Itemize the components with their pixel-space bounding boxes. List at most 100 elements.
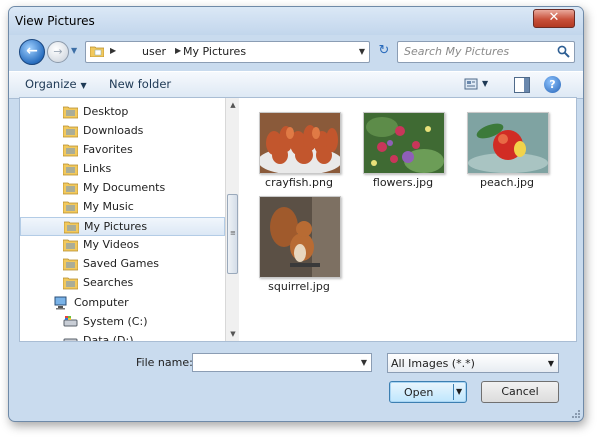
file-name-label: squirrel.jpg [268, 280, 330, 293]
sidebar-item-system-c[interactable]: System (C:) [20, 313, 225, 332]
forward-button[interactable]: → [47, 41, 69, 63]
sidebar-item-label: System (C:) [83, 315, 148, 328]
search-placeholder: Search My Pictures [404, 45, 510, 58]
close-button[interactable]: ✕ [533, 9, 575, 28]
file-name-label: File name: [136, 356, 193, 369]
scroll-down-icon[interactable]: ▼ [226, 327, 239, 341]
favorites-folder-icon [62, 143, 79, 157]
data-drive-icon [63, 334, 78, 341]
peach-thumbnail [467, 112, 549, 174]
navigation-bar: ← → ▼ ▶ user ▶ My Pictures ▼ ↻ Search My… [9, 35, 583, 71]
change-view-button[interactable]: ▼ [464, 77, 492, 93]
file-name-label: crayfish.png [265, 176, 333, 189]
file-item-squirrel[interactable]: squirrel.jpg [249, 192, 349, 293]
scroll-up-icon[interactable]: ▲ [226, 98, 239, 112]
sidebar-item-my-videos[interactable]: My Videos [20, 236, 225, 255]
desktop-folder-icon [62, 105, 79, 119]
sidebar-item-label: Saved Games [83, 257, 159, 270]
breadcrumb-separator-icon[interactable]: ▶ [110, 46, 116, 55]
dialog-footer: File name: ▼ All Images (*.*) ▼ Open ▼ C… [9, 343, 583, 421]
address-dropdown-icon[interactable]: ▼ [359, 47, 365, 56]
title-bar[interactable]: View Pictures ✕ [9, 7, 583, 35]
videos-folder-icon [62, 238, 79, 252]
sidebar-item-searches[interactable]: Searches [20, 274, 225, 293]
flowers-thumbnail [363, 112, 445, 174]
breadcrumb-user[interactable]: user [142, 45, 166, 58]
history-dropdown-icon[interactable]: ▼ [71, 46, 77, 55]
views-icon [464, 78, 478, 90]
open-button[interactable]: Open ▼ [389, 381, 467, 403]
file-name-label: flowers.jpg [372, 176, 434, 189]
navigation-pane: Desktop Downloads Favorites Links My Documen… [20, 98, 239, 341]
help-icon: ? [549, 78, 556, 91]
sidebar-item-label: My Music [83, 200, 134, 213]
sidebar-item-label: Downloads [83, 124, 144, 137]
address-bar[interactable]: ▶ user ▶ My Pictures ▼ [85, 41, 370, 63]
computer-icon [54, 296, 69, 310]
file-type-select[interactable]: All Images (*.*) ▼ [387, 353, 559, 373]
pictures-folder-icon [63, 220, 80, 234]
preview-pane-button[interactable] [514, 77, 530, 93]
downloads-folder-icon [62, 124, 79, 138]
breadcrumb-my-pictures[interactable]: My Pictures [183, 45, 246, 58]
file-type-value: All Images (*.*) [391, 357, 475, 370]
sidebar-item-label: Links [83, 162, 112, 175]
documents-folder-icon [62, 181, 79, 195]
file-item-crayfish[interactable]: crayfish.png [249, 106, 349, 206]
crayfish-thumbnail [259, 112, 341, 174]
forward-arrow-icon: → [53, 45, 63, 58]
sidebar-item-label: Data (D:) [83, 334, 134, 341]
refresh-icon: ↻ [378, 43, 390, 58]
sidebar-item-links[interactable]: Links [20, 160, 225, 179]
sidebar-item-label: Favorites [83, 143, 133, 156]
file-item-flowers[interactable]: flowers.jpg [353, 106, 453, 206]
refresh-button[interactable]: ↻ [374, 41, 394, 61]
sidebar-item-desktop[interactable]: Desktop [20, 103, 225, 122]
new-folder-button[interactable]: New folder [109, 77, 171, 91]
sidebar-item-saved-games[interactable]: Saved Games [20, 255, 225, 274]
breadcrumb-separator-icon[interactable]: ▶ [175, 46, 181, 55]
scrollbar-thumb[interactable]: ≡ [227, 194, 238, 274]
sidebar-item-my-pictures[interactable]: My Pictures [20, 217, 225, 236]
squirrel-thumbnail [259, 196, 341, 278]
open-options-dropdown-icon[interactable]: ▼ [456, 387, 462, 396]
organize-button[interactable]: Organize ▼ [25, 77, 87, 91]
search-box[interactable]: Search My Pictures [397, 41, 575, 63]
sidebar-item-my-music[interactable]: My Music [20, 198, 225, 217]
window-title: View Pictures [15, 14, 95, 28]
sidebar-item-computer[interactable]: Computer [20, 294, 225, 313]
file-name-input[interactable]: ▼ [192, 353, 372, 372]
music-folder-icon [62, 200, 79, 214]
sidebar-item-label: My Videos [83, 238, 140, 251]
sidebar-item-label: Desktop [83, 105, 129, 118]
sidebar-item-label: My Pictures [84, 220, 148, 233]
cancel-button[interactable]: Cancel [481, 381, 559, 403]
sidebar-item-label: Computer [74, 296, 129, 309]
help-button[interactable]: ? [544, 76, 561, 93]
command-toolbar: Organize ▼ New folder ▼ ? [9, 71, 583, 99]
resize-grip-icon[interactable] [571, 409, 581, 419]
content-area: Desktop Downloads Favorites Links My Documen… [19, 97, 577, 342]
sidebar-item-favorites[interactable]: Favorites [20, 141, 225, 160]
chevron-down-icon: ▼ [482, 79, 489, 88]
split-divider [453, 384, 454, 400]
navigation-scrollbar[interactable]: ▲ ≡ ▼ [225, 98, 239, 341]
sidebar-item-data-d[interactable]: Data (D:) [20, 332, 225, 341]
folder-icon [90, 46, 104, 57]
sidebar-item-downloads[interactable]: Downloads [20, 122, 225, 141]
file-list-pane: crayfish.png flowers.jpg peach.jpg squir… [241, 98, 576, 341]
file-name-label: peach.jpg [479, 176, 535, 189]
chevron-down-icon[interactable]: ▼ [361, 358, 367, 367]
view-pictures-dialog: View Pictures ✕ ← → ▼ ▶ user ▶ My Pictur… [8, 6, 584, 422]
file-item-peach[interactable]: peach.jpg [457, 106, 557, 206]
sidebar-item-label: My Documents [83, 181, 166, 194]
open-label: Open [404, 386, 434, 399]
sidebar-item-my-documents[interactable]: My Documents [20, 179, 225, 198]
back-button[interactable]: ← [19, 39, 45, 65]
searches-folder-icon [62, 276, 79, 290]
links-folder-icon [62, 162, 79, 176]
system-drive-icon [63, 315, 78, 329]
sidebar-item-label: Searches [83, 276, 134, 289]
search-icon[interactable] [557, 45, 570, 58]
chevron-down-icon: ▼ [547, 359, 554, 368]
